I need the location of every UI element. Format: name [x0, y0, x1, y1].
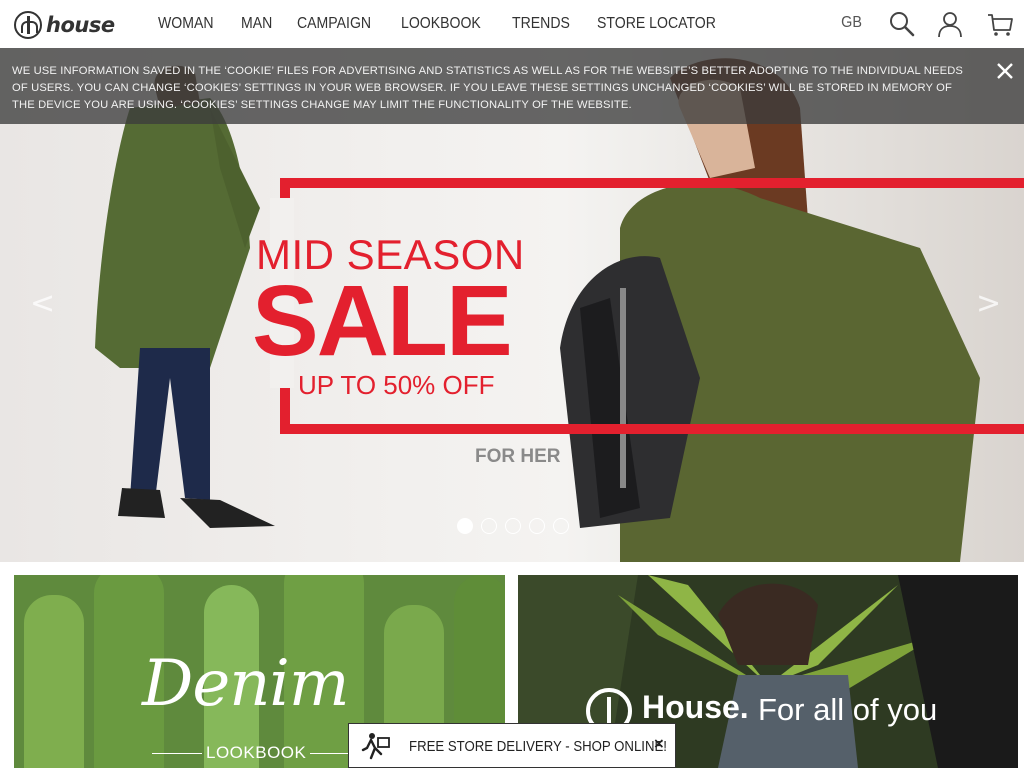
close-icon[interactable]: [994, 60, 1016, 82]
nav-item-campaign[interactable]: Campaign: [297, 15, 371, 33]
hero-slider[interactable]: MID SEASON SALE UP TO 50% OFF FOR HER < …: [0, 48, 1024, 562]
slider-dot[interactable]: [481, 518, 497, 534]
denim-subtitle: LOOKBOOK: [206, 743, 307, 762]
nav-item-lookbook[interactable]: Lookbook: [401, 15, 481, 33]
delivery-banner[interactable]: Free store delivery - Shop online! ×: [348, 723, 676, 768]
delivery-text: Free store delivery - Shop online!: [409, 738, 667, 755]
hero-discount: UP TO 50% OFF: [298, 370, 495, 400]
logo-text: house: [46, 13, 115, 37]
cart-icon[interactable]: [986, 10, 1014, 38]
search-icon[interactable]: [888, 10, 916, 38]
slider-dot[interactable]: [457, 518, 473, 534]
house-tagline: For all of you: [758, 692, 938, 727]
slider-pagination: [457, 518, 577, 534]
site-header: house Woman Man Campaign Lookbook Trends…: [0, 0, 1024, 48]
divider: [152, 753, 202, 754]
nav-item-trends[interactable]: Trends: [512, 15, 570, 33]
denim-title: Denim: [142, 647, 350, 721]
nav-item-man[interactable]: Man: [241, 15, 272, 33]
hero-headline-sale: SALE: [252, 265, 513, 377]
slider-next-icon[interactable]: >: [976, 286, 1001, 321]
cactus-image: [24, 595, 84, 768]
logo-mark-icon: [14, 11, 42, 39]
cookie-banner: We use information saved in the ‘cookie’…: [0, 48, 1024, 124]
delivery-runner-icon: [361, 732, 391, 760]
hero-subtitle[interactable]: FOR HER: [475, 446, 561, 468]
slider-dot[interactable]: [553, 518, 569, 534]
slider-prev-icon[interactable]: <: [30, 286, 55, 321]
house-logo[interactable]: house: [14, 10, 136, 40]
nav-item-woman[interactable]: Woman: [158, 15, 214, 33]
language-selector[interactable]: GB: [841, 14, 862, 32]
cookie-text: We use information saved in the ‘cookie’…: [12, 65, 964, 111]
user-icon[interactable]: [936, 10, 964, 38]
house-brand-text: House.: [642, 689, 749, 725]
delivery-close-button[interactable]: ×: [653, 736, 665, 752]
main-nav: Woman Man Campaign Lookbook Trends Store…: [148, 0, 742, 48]
nav-item-store-locator[interactable]: Store Locator: [597, 15, 716, 33]
slider-dot[interactable]: [529, 518, 545, 534]
slider-dot[interactable]: [505, 518, 521, 534]
